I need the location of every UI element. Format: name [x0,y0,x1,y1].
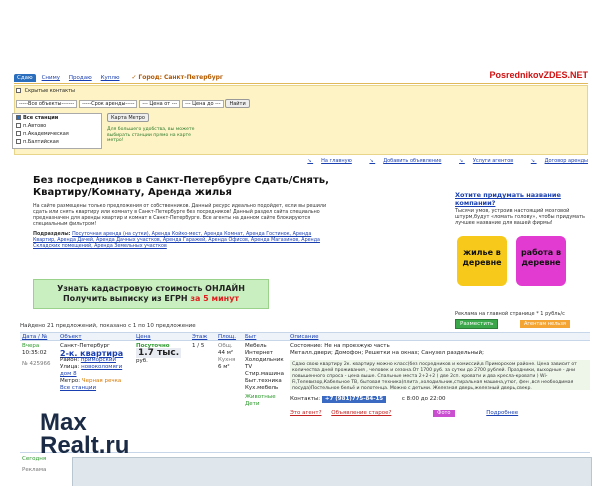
col-description[interactable]: Описание [290,334,318,340]
col-floor[interactable]: Этаж [192,334,207,340]
row-floor: 1 / 5 [192,343,205,349]
row-contacts: Контакты: +7 (981)775-84-15 с 8:00 до 22… [290,396,446,403]
is-old-link[interactable]: Объявление старое? [331,410,391,416]
link-add-ad[interactable]: ↘ Добавить объявление [361,158,441,164]
row-price: Посуточно 1.7 тыс. руб. [136,343,182,364]
city-selector[interactable]: ✓ Город: Санкт-Петербург [131,74,223,81]
page-title: Без посредников в Санкт-Петербурге Сдать… [33,175,329,198]
object-link[interactable]: 2-к. квартира [60,350,135,358]
tab-buy[interactable]: Куплю [98,74,123,82]
row-description: Сдаю свою квартиру 2к. квартиру можно кл… [290,360,590,391]
station-item[interactable]: п.Автово [13,122,101,130]
work-village-badge[interactable]: работа в деревне [516,236,566,286]
station-checkbox[interactable] [16,115,21,120]
col-price[interactable]: Цена [136,334,151,340]
row-description-head: Состояние: Не на проезжую часть Металл.д… [290,343,484,356]
check-icon: ✓ [131,74,137,81]
find-button[interactable]: Найти [225,99,250,108]
details-link[interactable]: Подробнее [486,410,518,416]
station-item[interactable]: Все станции [13,114,101,122]
results-count: Найдено 21 предложений, показано с 1 по … [20,323,196,329]
col-object[interactable]: Объект [60,334,82,340]
watermark-logo: Realt.ru [40,432,130,459]
promo-title[interactable]: Хотите придумать название компании? [455,191,595,207]
row2-ad-label: Реклама [22,467,47,473]
ad-line2: Получить выписку из ЕГРН [62,294,188,303]
table-row: Вчера 10:35:02 № 425966 Санкт-Петербург … [20,341,590,426]
price-to-select[interactable]: --- Цена до --- [182,99,224,108]
housing-village-badge[interactable]: жилье в деревне [457,236,507,286]
city-label: Город: [138,74,163,81]
agents-forbidden-badge: Агентам нельзя [520,320,570,328]
col-area[interactable]: Площ. [218,334,236,340]
ad-line1: Узнать кадастровую стоимость ОНЛАЙН [57,284,245,293]
link-rent-contract[interactable]: ↘ Договор аренды [523,158,588,164]
station-item[interactable]: п.Балтийская [13,138,101,146]
page-description: На сайте размещены только предложения от… [33,204,327,227]
promo-block: Хотите придумать название компании? Тыся… [455,191,595,226]
col-amenities[interactable]: Быт [245,334,256,340]
is-agent-link[interactable]: Это агент? [290,410,322,416]
price-from-select[interactable]: --- Цена от --- [139,99,181,108]
row-date: Вчера 10:35:02 № 425966 [22,343,51,367]
watermark-logo: Max [40,409,87,436]
search-filters: -----Все объекты------- -----Срок аренды… [16,99,250,108]
station-checkbox[interactable] [16,131,21,136]
tab-rent-out[interactable]: Сдаю [14,74,36,82]
site-logo[interactable]: PosrednikovZDES.NET [489,70,588,80]
row2-banner[interactable] [72,457,592,486]
arrow-icon: ↘ [307,158,314,164]
phone-number[interactable]: +7 (981)775-84-15 [321,396,387,403]
subsections-links[interactable]: Посуточная аренда (на сутки), Аренда Кой… [33,232,320,249]
stations-list[interactable]: Все станции п.Автово п.Академическая п.Б… [12,113,102,149]
photo-button[interactable]: Фото [433,410,455,417]
tab-sell[interactable]: Продаю [66,74,95,82]
arrow-icon: ↘ [530,158,537,164]
metro-map-area: Карта Метро [107,113,149,122]
metro-hint: Для большего удобства, вы можете выбират… [107,127,195,143]
ad-price-bar: Реклама на главной странице * 1 рубль/с … [455,311,595,329]
station-checkbox[interactable] [16,123,21,128]
hide-contacts-label: Скрытые контакты [24,88,75,94]
row-object: Санкт-Петербург 2-к. квартира Район: при… [60,343,135,392]
cadastral-ad-banner[interactable]: Узнать кадастровую стоимость ОНЛАЙН Полу… [33,279,269,309]
subsections-label: Подразделы: [33,232,71,237]
tab-rent[interactable]: Сниму [39,74,63,82]
object-select[interactable]: -----Все объекты------- [16,99,78,108]
term-select[interactable]: -----Срок аренды----- [79,99,138,108]
subsections: Подразделы: Посуточная аренда (на сутки)… [33,232,333,250]
metro-map-button[interactable]: Карта Метро [107,113,149,122]
row-amenities: Мебель Интернет Холодильник TV Стир.маши… [245,343,284,407]
page-header: Без посредников в Санкт-Петербурге Сдать… [33,175,333,265]
station-checkbox[interactable] [16,139,21,144]
place-ad-button[interactable]: Разместить [455,319,499,329]
hide-contacts-checkbox[interactable] [16,88,21,93]
row-actions: Это агент? Объявление старое? Фото Подро… [290,410,518,417]
col-date[interactable]: Дата / № [22,334,47,340]
top-links: ↘ На главную ↘ Добавить объявление ↘ Усл… [291,158,588,164]
station-item[interactable]: п.Академическая [13,130,101,138]
results-table-header: Дата / № Объект Цена Этаж Площ. Быт Опис… [20,332,590,341]
ad-line2-accent: за 5 минут [190,294,240,303]
link-home[interactable]: ↘ На главную [299,158,351,164]
promo-text: Тысячи умов, устроив настоящий мозговой … [455,208,585,226]
link-agent-services[interactable]: ↘ Услуги агентов [451,158,513,164]
row-area: Общ. 44 м² Кухня 6 м² [218,343,236,370]
arrow-icon: ↘ [369,158,376,164]
arrow-icon: ↘ [459,158,465,164]
hide-contacts[interactable]: Скрытые контакты [16,88,75,94]
ad-price-text: Реклама на главной странице * 1 рубль/с [455,311,565,317]
city-value: Санкт-Петербург [163,74,224,81]
